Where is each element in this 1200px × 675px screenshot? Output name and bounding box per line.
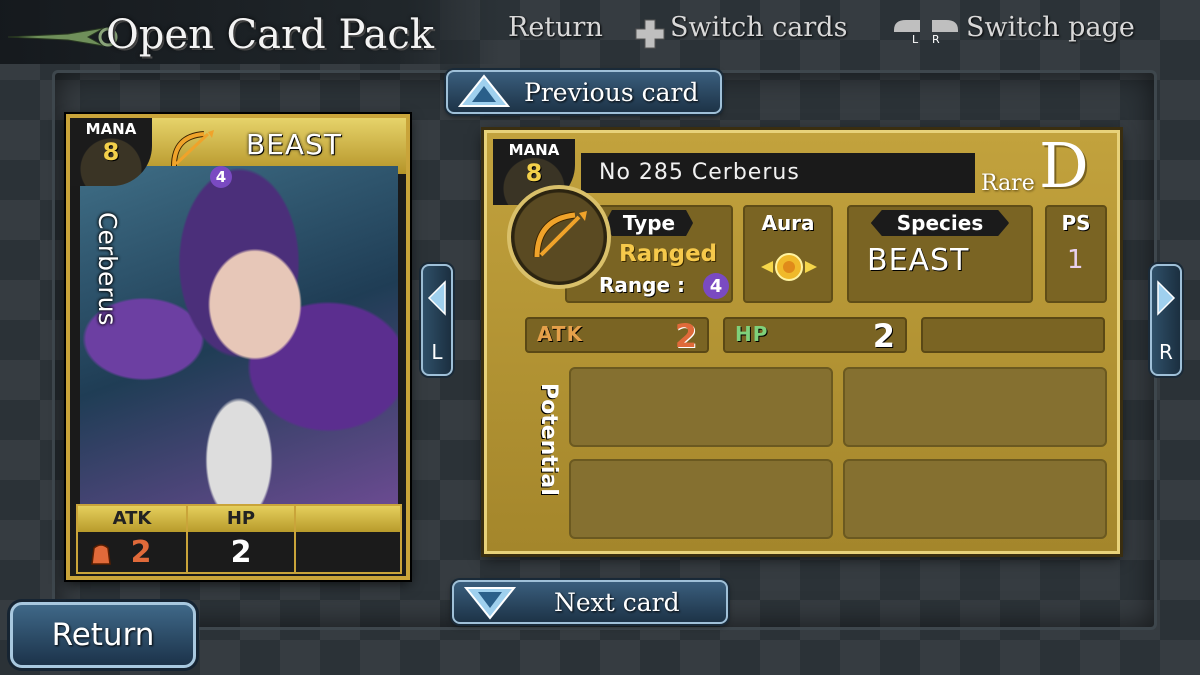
potential-slot	[569, 459, 833, 539]
card-atk-header: ATK	[78, 506, 186, 532]
potential-label: Potential	[536, 383, 561, 496]
r-button-icon: R	[932, 20, 958, 44]
switch-right-label: R	[1159, 340, 1173, 364]
switch-left-button[interactable]: L	[421, 264, 453, 376]
info-mana-label: MANA	[508, 141, 560, 159]
card-full-name: No 285 Cerberus	[581, 153, 975, 193]
species-header: Species	[870, 210, 1010, 236]
card-species: BEAST	[246, 128, 342, 161]
card-extra-header	[296, 506, 400, 532]
previous-card-button[interactable]: Previous card	[446, 70, 722, 114]
card-stats: ATK HP 2 2	[76, 504, 402, 574]
return-label: Return	[51, 617, 155, 653]
potential-slot	[843, 367, 1107, 447]
card-hp-value: 2	[230, 535, 252, 570]
ps-header: PS	[1061, 211, 1091, 235]
aura-sun-icon	[761, 253, 817, 281]
previous-card-label: Previous card	[524, 77, 699, 107]
range-label: Range :	[599, 273, 685, 297]
ps-value: 1	[1067, 245, 1084, 275]
return-button[interactable]: Return	[10, 602, 196, 668]
next-card-label: Next card	[554, 587, 680, 617]
hint-switch-page: Switch page	[966, 12, 1135, 43]
type-header: Type	[604, 210, 694, 236]
aura-box: Aura	[743, 205, 833, 303]
card-mana-value: 8	[102, 138, 120, 166]
rarity-label: Rare	[981, 171, 1035, 196]
potential-slot	[843, 459, 1107, 539]
svg-text:R: R	[932, 33, 940, 44]
card-name: Cerberus	[93, 212, 122, 326]
title-ornament-icon	[8, 27, 118, 47]
arrow-right-icon	[1157, 280, 1176, 316]
species-value: BEAST	[867, 243, 970, 278]
extra-stat-box	[921, 317, 1105, 353]
atk-label: ATK	[537, 322, 584, 346]
l-button-icon: L	[894, 20, 920, 44]
card-mana-label: MANA	[85, 120, 137, 138]
range-value: 4	[703, 273, 729, 299]
card-range-badge: 4	[210, 166, 232, 188]
atk-stat-box: ATK 2	[525, 317, 709, 355]
card-atk-value: 2	[130, 535, 152, 570]
aura-header: Aura	[761, 211, 815, 235]
card-preview: MANA 8 4 BEAST Cerberus ATK HP 2 2	[66, 114, 410, 580]
card-stat-divider	[294, 506, 296, 572]
card-info-panel: MANA 8 No 285 Cerberus Rare D Type Range…	[484, 129, 1120, 554]
title-bar: Open Card Pack	[0, 0, 500, 64]
hp-stat-box: HP 2	[723, 317, 907, 355]
atk-value: 2	[674, 317, 697, 355]
attack-icon	[91, 544, 111, 565]
dpad-icon	[635, 19, 665, 49]
next-card-button[interactable]: Next card	[452, 580, 728, 624]
hint-return: Return	[508, 12, 603, 43]
ranged-bow-icon	[533, 211, 587, 258]
ranged-bow-icon	[171, 130, 214, 167]
card-artwork	[80, 166, 398, 512]
hp-label: HP	[735, 322, 769, 346]
svg-text:L: L	[912, 33, 919, 44]
type-icon-circle	[507, 185, 611, 289]
potential-slot	[569, 367, 833, 447]
switch-right-button[interactable]: R	[1150, 264, 1182, 376]
hp-value: 2	[872, 317, 895, 355]
hint-switch-cards: Switch cards	[670, 12, 848, 43]
page-title: Open Card Pack	[106, 12, 435, 58]
card-hp-header: HP	[188, 506, 294, 532]
type-value: Ranged	[619, 241, 718, 267]
arrow-down-icon	[463, 587, 517, 620]
rarity-value: D	[1039, 129, 1089, 202]
arrow-left-icon	[427, 280, 446, 316]
switch-left-label: L	[431, 340, 443, 364]
info-mana-value: 8	[525, 159, 543, 187]
arrow-up-icon	[457, 74, 511, 107]
